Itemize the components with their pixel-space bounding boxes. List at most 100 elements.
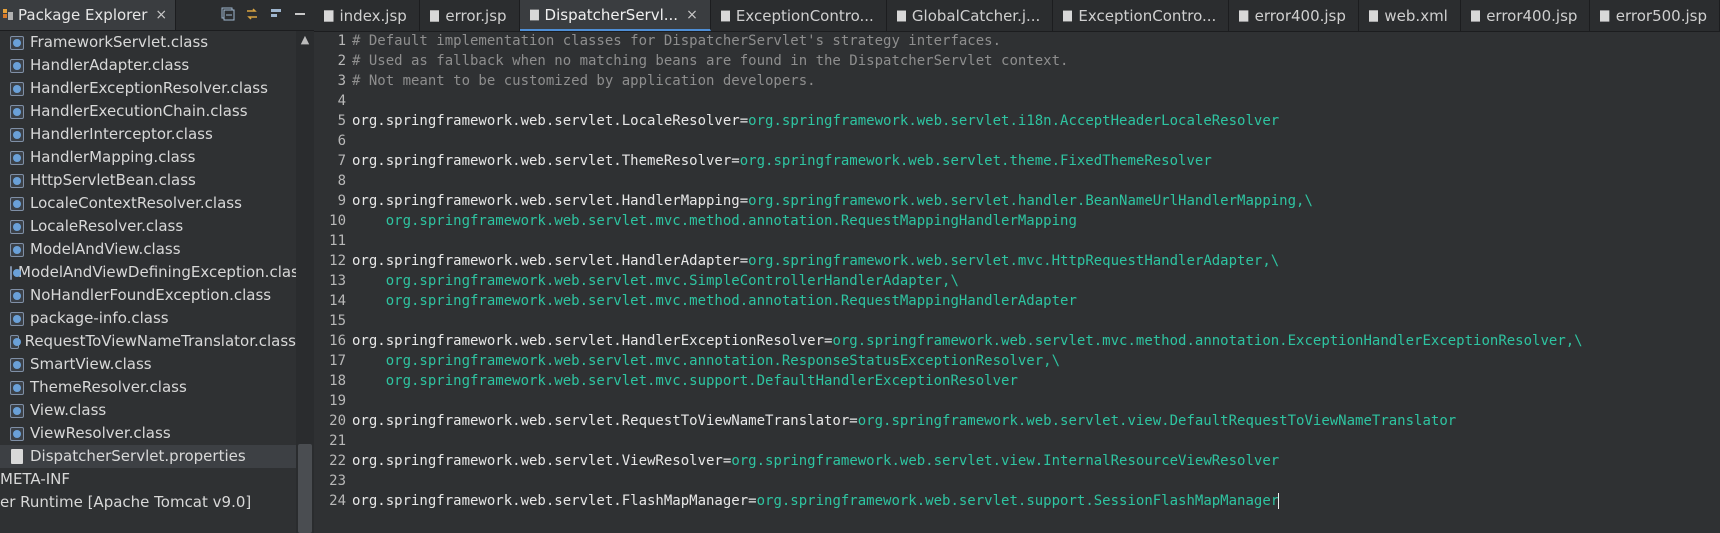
editor-tab[interactable]: ExceptionContro... [711, 0, 887, 31]
line-number: 10 [329, 213, 346, 229]
collapse-all-icon[interactable] [220, 6, 236, 22]
file-icon [720, 10, 730, 21]
tree-item[interactable]: ViewResolver.class [0, 422, 296, 445]
explorer-scrollbar[interactable]: ▲ [296, 31, 314, 533]
scroll-thumb[interactable] [298, 444, 312, 533]
tree-item[interactable]: er Runtime [Apache Tomcat v9.0] [0, 491, 296, 514]
code-line[interactable]: org.springframework.web.servlet.ThemeRes… [352, 151, 1720, 171]
editor-tab[interactable]: error.jsp [420, 0, 520, 31]
editor-tab[interactable]: DispatcherServl... × [519, 0, 711, 31]
editor-tab[interactable]: error400.jsp [1461, 0, 1591, 31]
tree-item[interactable]: HandlerMapping.class [0, 146, 296, 169]
editor-tab[interactable]: web.xml [1359, 0, 1461, 31]
tree-item[interactable]: NoHandlerFoundException.class [0, 284, 296, 307]
property-value: org.springframework.web.servlet.i18n.Acc… [748, 113, 1280, 129]
property-value: org.springframework.web.servlet.view.Int… [731, 453, 1280, 469]
class-file-icon [10, 426, 24, 441]
minimize-icon[interactable] [292, 6, 308, 22]
editor-tab[interactable]: index.jsp [314, 0, 420, 31]
tree-item[interactable]: HandlerInterceptor.class [0, 123, 296, 146]
tree-item-label: package-info.class [30, 309, 169, 327]
tree-item[interactable]: LocaleResolver.class [0, 215, 296, 238]
tree-item-label: LocaleContextResolver.class [30, 194, 242, 212]
editor-tab-label: error500.jsp [1615, 6, 1707, 25]
editor-tab[interactable]: error500.jsp [1590, 0, 1720, 31]
code-line[interactable]: org.springframework.web.servlet.mvc.Simp… [352, 271, 1720, 291]
tree-item[interactable]: HandlerExecutionChain.class [0, 100, 296, 123]
class-file-icon [10, 196, 24, 211]
code-line[interactable]: org.springframework.web.servlet.FlashMap… [352, 491, 1720, 511]
code-line[interactable]: org.springframework.web.servlet.HandlerM… [352, 191, 1720, 211]
code-line[interactable] [352, 131, 1720, 151]
code-text: org.springframework.web.servlet.mvc.meth… [352, 293, 1077, 309]
editor-tab[interactable]: GlobalCatcher.j... [887, 0, 1054, 31]
code-line[interactable] [352, 171, 1720, 191]
tree-item[interactable]: ThemeResolver.class [0, 376, 296, 399]
code-line[interactable]: org.springframework.web.servlet.RequestT… [352, 411, 1720, 431]
package-explorer-icon [3, 9, 13, 20]
code-line[interactable] [352, 391, 1720, 411]
editor-tab-label: error400.jsp [1254, 6, 1346, 25]
class-file-icon [10, 219, 24, 234]
tree-item[interactable]: LocaleContextResolver.class [0, 192, 296, 215]
code-line[interactable] [352, 91, 1720, 111]
tree-item[interactable]: View.class [0, 399, 296, 422]
tree-item-label: FrameworkServlet.class [30, 33, 209, 51]
view-menu-icon[interactable] [268, 6, 284, 22]
editor-tab[interactable]: ExceptionContro... [1053, 0, 1230, 31]
line-number: 18 [329, 373, 346, 389]
code-line[interactable]: # Default implementation classes for Dis… [352, 31, 1720, 51]
code-line[interactable]: org.springframework.web.servlet.mvc.meth… [352, 211, 1720, 231]
editor-tab-label: ExceptionContro... [735, 6, 874, 25]
code-line[interactable]: org.springframework.web.servlet.HandlerE… [352, 331, 1720, 351]
line-number: 19 [329, 393, 346, 409]
tree-item[interactable]: package-info.class [0, 307, 296, 330]
class-file-icon [10, 58, 24, 73]
equals-sign: = [731, 153, 740, 169]
line-number: 23 [329, 473, 346, 489]
tree-item[interactable]: DispatcherServlet.properties [0, 445, 296, 468]
tree-item[interactable]: META-INF [0, 468, 296, 491]
tree-item-label: ModelAndView.class [30, 240, 181, 258]
code-line[interactable]: org.springframework.web.servlet.mvc.anno… [352, 351, 1720, 371]
tree-item[interactable]: HandlerExceptionResolver.class [0, 77, 296, 100]
equals-sign: = [739, 253, 749, 269]
close-icon[interactable]: × [155, 7, 167, 23]
file-icon [896, 10, 906, 21]
close-icon[interactable]: × [686, 7, 698, 23]
package-explorer-panel: Package Explorer × FrameworkServlet.clas… [0, 0, 315, 533]
code-line[interactable] [352, 231, 1720, 251]
file-icon [1063, 10, 1073, 21]
tree-item[interactable]: FrameworkServlet.class [0, 31, 296, 54]
tree-item[interactable]: SmartView.class [0, 353, 296, 376]
code-line[interactable]: org.springframework.web.servlet.ViewReso… [352, 451, 1720, 471]
property-value: org.springframework.web.servlet.support.… [756, 493, 1280, 509]
editor-tab[interactable]: error400.jsp [1229, 0, 1359, 31]
line-number: 6 [337, 133, 346, 149]
code-line[interactable] [352, 471, 1720, 491]
code-lines[interactable]: # Default implementation classes for Dis… [352, 31, 1720, 533]
code-line[interactable] [352, 311, 1720, 331]
tree-item[interactable]: ModelAndView.class [0, 238, 296, 261]
property-key: org.springframework.web.servlet.ViewReso… [352, 453, 723, 469]
property-value: org.springframework.web.servlet.mvc.meth… [832, 333, 1583, 349]
class-file-icon [10, 81, 24, 96]
code-line[interactable] [352, 431, 1720, 451]
code-line[interactable]: org.springframework.web.servlet.mvc.supp… [352, 371, 1720, 391]
link-with-editor-icon[interactable] [244, 6, 260, 22]
package-explorer-tab[interactable]: Package Explorer × [0, 0, 177, 30]
code-line[interactable]: org.springframework.web.servlet.LocaleRe… [352, 111, 1720, 131]
code-text: org.springframework.web.servlet.mvc.supp… [352, 373, 1018, 389]
tree-item[interactable]: ModelAndViewDefiningException.class [0, 261, 296, 284]
scroll-up-icon[interactable]: ▲ [296, 31, 314, 49]
tree-item[interactable]: HttpServletBean.class [0, 169, 296, 192]
tree-item[interactable]: RequestToViewNameTranslator.class [0, 330, 296, 353]
tree-item[interactable]: HandlerAdapter.class [0, 54, 296, 77]
code-line[interactable]: org.springframework.web.servlet.HandlerA… [352, 251, 1720, 271]
code-line[interactable]: # Not meant to be customized by applicat… [352, 71, 1720, 91]
line-number: 16 [329, 333, 346, 349]
code-line[interactable]: # Used as fallback when no matching bean… [352, 51, 1720, 71]
code-line[interactable]: org.springframework.web.servlet.mvc.meth… [352, 291, 1720, 311]
code-editor[interactable]: 1 2 3 4 5 6 7 8 9 10 11 12 13 14 15 16 17 18 19 20 21 22 23 24 … [314, 31, 1720, 533]
comment-text: # Used as fallback when no matching bean… [352, 53, 1069, 69]
